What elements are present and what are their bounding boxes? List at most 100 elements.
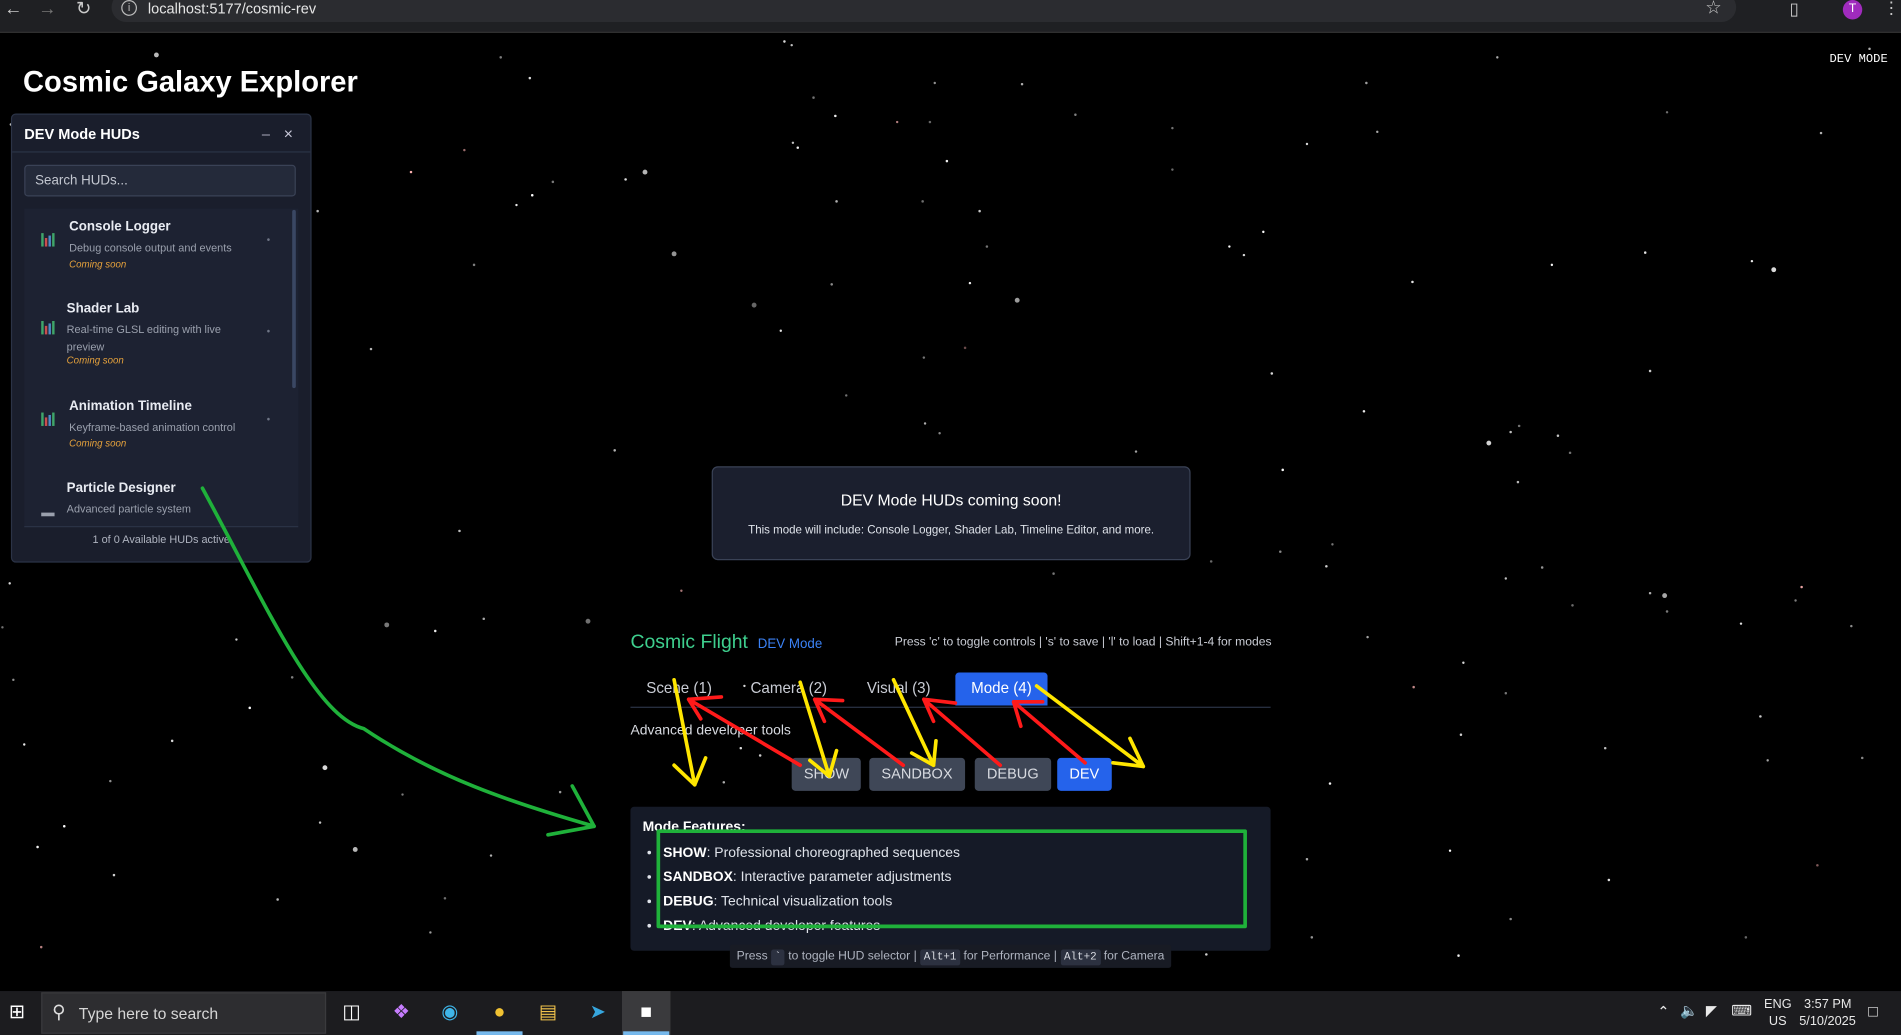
star-dot [290, 676, 293, 678]
sandbox-mode-button[interactable]: SANDBOX [869, 757, 965, 791]
star-dot [1052, 572, 1055, 575]
clock-date[interactable]: 5/10/2025 [1799, 1014, 1856, 1029]
hud-item-description: Real-time GLSL editing with live preview [66, 323, 221, 353]
hud-panel-title: DEV Mode HUDs [24, 125, 140, 143]
address-bar[interactable]: i localhost:5177/cosmic-rev ☆ [111, 0, 1737, 22]
forward-arrow-icon[interactable]: → [34, 0, 61, 22]
page-title: Cosmic Galaxy Explorer [23, 65, 358, 99]
red-arrow [1011, 699, 1087, 765]
star-dot [1550, 263, 1554, 267]
search-input[interactable] [24, 164, 296, 197]
star-dot [1509, 917, 1512, 920]
keyboard-icon[interactable]: ⌨ [1731, 1002, 1752, 1019]
star-dot [1604, 746, 1606, 749]
notification-title: DEV Mode HUDs coming soon! [840, 490, 1062, 509]
star-dot [783, 40, 786, 43]
star-dot [1376, 130, 1379, 134]
tab-visual[interactable]: Visual (3) [851, 672, 946, 705]
tab-camera[interactable]: Camera (2) [735, 672, 843, 705]
star-dot [458, 529, 461, 532]
star-dot [1556, 434, 1559, 437]
star-dot [933, 81, 936, 85]
star-dot [1800, 585, 1803, 588]
divider [12, 151, 311, 153]
taskbar-search[interactable]: ⚲ Type here to search [41, 992, 327, 1034]
language-indicator[interactable]: ENG [1764, 997, 1792, 1012]
copilot-icon[interactable]: ❖ [377, 991, 425, 1035]
avatar[interactable]: T [1842, 0, 1863, 20]
tab-scene[interactable]: Scene (1) [630, 672, 727, 705]
active-indicator [623, 1031, 670, 1035]
region-indicator[interactable]: US [1769, 1014, 1787, 1029]
star-dot [1504, 692, 1507, 694]
hint-text: for Performance | [963, 949, 1057, 963]
app-icon[interactable]: ■ [621, 991, 671, 1035]
hud-list[interactable]: Console Logger Debug console output and … [24, 208, 299, 527]
mode-indicator: DEV MODE [1829, 53, 1888, 68]
star-dot [109, 779, 112, 783]
debug-mode-button[interactable]: DEBUG [974, 757, 1051, 791]
clock-time[interactable]: 3:57 PM [1804, 997, 1851, 1012]
star-dot [968, 281, 972, 285]
star-dot [1516, 480, 1519, 483]
scrollbar[interactable] [292, 209, 296, 389]
status-badge: Coming soon [66, 355, 124, 367]
star-dot [1794, 599, 1797, 602]
hud-item-description: Advanced particle system [66, 502, 192, 516]
star-dot [790, 43, 793, 47]
close-button[interactable]: × [284, 124, 293, 142]
dev-mode-button[interactable]: DEV [1057, 757, 1112, 791]
notification-icon[interactable]: □ [1868, 1002, 1878, 1020]
info-icon[interactable]: i [121, 0, 138, 16]
back-arrow-icon[interactable]: ← [0, 0, 27, 22]
star-dot [1766, 759, 1769, 762]
star-dot [1228, 245, 1231, 248]
reload-icon[interactable]: ↻ [70, 0, 97, 22]
notification-body: This mode will include: Console Logger, … [748, 523, 1155, 538]
star-dot [443, 897, 446, 899]
tab-mode[interactable]: Mode (4) [955, 672, 1048, 706]
edge-icon[interactable]: ◉ [426, 991, 474, 1035]
star-dot [1020, 82, 1023, 85]
star-dot [796, 146, 799, 149]
star-dot [923, 422, 927, 425]
red-arrow [812, 697, 906, 768]
telegram-icon[interactable]: ➤ [573, 991, 621, 1035]
notification-card: DEV Mode HUDs coming soon! This mode wil… [711, 466, 1191, 561]
star-dot [1448, 849, 1452, 852]
star-dot [1517, 424, 1520, 427]
minimize-button[interactable]: – [262, 126, 270, 143]
kebab-menu-icon[interactable]: ⋮ [1883, 0, 1900, 18]
star-dot [1457, 954, 1460, 957]
star-dot [928, 120, 931, 123]
star-dot [384, 622, 390, 628]
wifi-icon[interactable]: ◤ [1706, 1002, 1717, 1019]
chart-icon [41, 503, 55, 517]
star-dot [429, 931, 432, 934]
extensions-icon[interactable]: ▯ [1790, 0, 1799, 20]
star-dot [1365, 81, 1367, 84]
feature-name: DEV [663, 919, 692, 934]
task-view-icon[interactable]: ◫ [327, 991, 375, 1035]
mode-features-box: Mode Features: SHOW: Professional choreo… [630, 806, 1271, 951]
chrome-icon[interactable]: ● [475, 991, 523, 1035]
star-dot [63, 825, 65, 827]
star-dot [40, 945, 42, 948]
star-dot [12, 678, 15, 682]
star-dot [1171, 168, 1174, 171]
green-arrowhead [546, 784, 596, 837]
file-explorer-icon[interactable]: ▤ [524, 991, 572, 1035]
star-dot [489, 854, 493, 857]
star-dot [369, 347, 372, 350]
star-dot [1134, 450, 1138, 453]
star-dot [409, 170, 412, 173]
star-dot [1411, 280, 1414, 283]
show-mode-button[interactable]: SHOW [791, 757, 862, 791]
windows-start-icon[interactable]: ⊞ [0, 991, 41, 1035]
volume-icon[interactable]: 🔈 [1680, 1002, 1698, 1019]
star-dot [680, 589, 683, 592]
windows-taskbar: ⊞ ⚲ Type here to search ◫ ❖ ◉ ● ▤ ➤ ■ ⌃ … [0, 991, 1901, 1035]
star-dot [1665, 111, 1669, 114]
star-icon[interactable]: ☆ [1705, 0, 1721, 18]
chevron-up-icon[interactable]: ⌃ [1657, 1003, 1669, 1020]
